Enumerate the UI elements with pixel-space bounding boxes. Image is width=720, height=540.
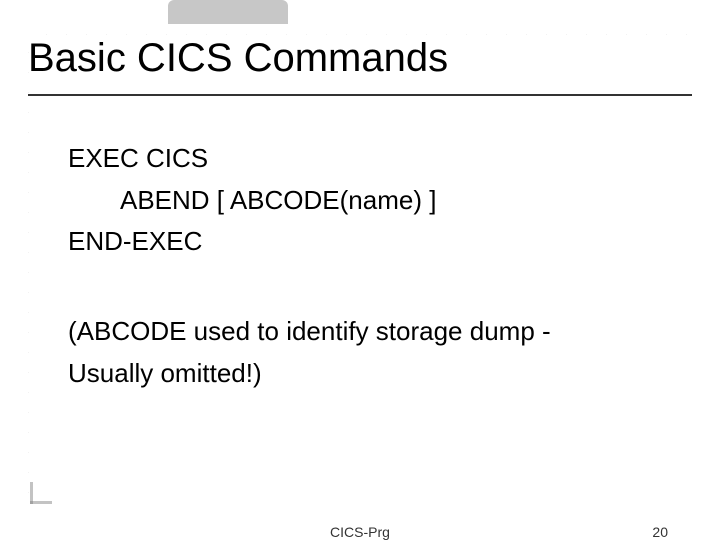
code-line-2: ABEND [ ABCODE(name) ] xyxy=(68,182,680,220)
footer-page-number: 20 xyxy=(652,524,668,540)
title-rule xyxy=(28,94,692,96)
footer-center: CICS-Prg xyxy=(0,524,720,540)
note-line-2: Usually omitted!) xyxy=(68,355,680,393)
spacer xyxy=(68,265,680,313)
corner-mark xyxy=(30,482,52,504)
slide-title: Basic CICS Commands xyxy=(28,36,692,87)
note-line-1: (ABCODE used to identify storage dump - xyxy=(68,313,680,351)
tab-shade xyxy=(168,0,288,24)
code-line-1: EXEC CICS xyxy=(68,140,680,178)
slide: Basic CICS Commands EXEC CICS ABEND [ AB… xyxy=(0,0,720,540)
code-line-3: END-EXEC xyxy=(68,223,680,261)
slide-body: EXEC CICS ABEND [ ABCODE(name) ] END-EXE… xyxy=(68,140,680,396)
